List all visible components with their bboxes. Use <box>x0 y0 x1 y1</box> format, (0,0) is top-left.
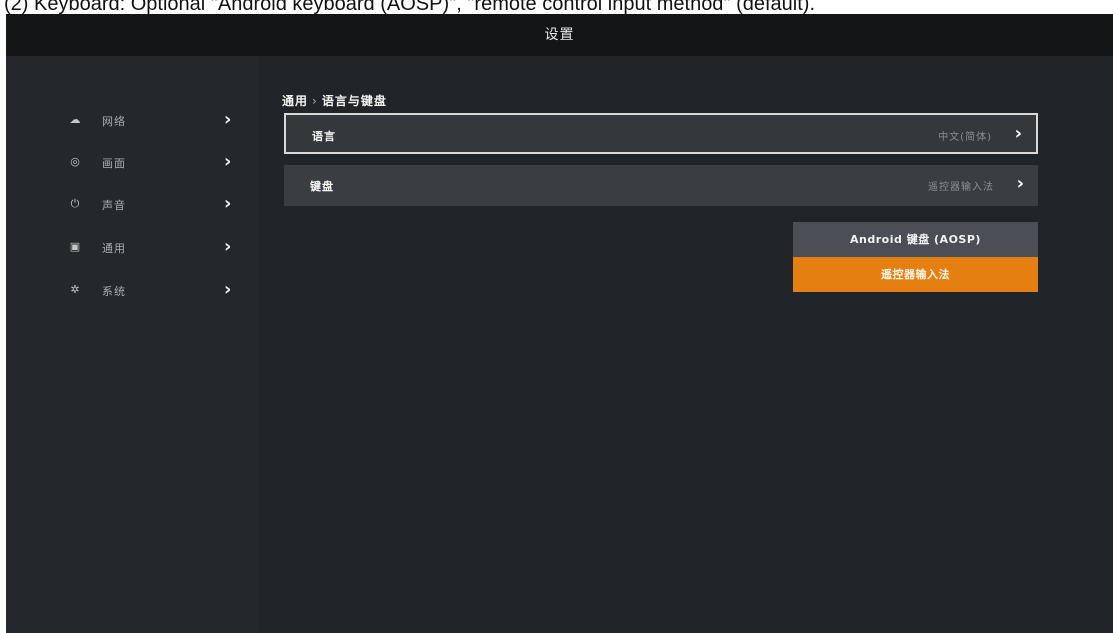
row-value: 遥控器输入法 <box>928 182 994 193</box>
sidebar-item-label: 声音 <box>102 199 126 212</box>
main-content: 通用 › 语言与键盘 语言 中文(简体) › 键盘 遥控器输入法 › Android… <box>258 56 1113 633</box>
sidebar-item-label: 网络 <box>102 115 126 128</box>
dropdown-option-remote-ime[interactable]: 遥控器输入法 <box>793 257 1038 292</box>
sidebar-item-sound[interactable]: ⏻ 声音 › <box>6 190 258 220</box>
breadcrumb-current: 语言与键盘 <box>321 94 387 108</box>
tv-settings-screen: 设置 ☁ 网络 › ◎ 画面 › ⏻ 声音 › ▣ 通用 › ✲ 系统 › 通用… <box>6 14 1113 633</box>
breadcrumb-separator: › <box>312 94 318 108</box>
sidebar-item-general[interactable]: ▣ 通用 › <box>6 233 258 263</box>
top-bar: 设置 <box>6 14 1113 56</box>
sidebar-item-label: 系统 <box>102 285 126 298</box>
sidebar-item-label: 画面 <box>102 157 126 170</box>
dropdown-option-aosp[interactable]: Android 键盘 (AOSP) <box>793 222 1038 257</box>
sidebar-item-system[interactable]: ✲ 系统 › <box>6 276 258 306</box>
sidebar-item-picture[interactable]: ◎ 画面 › <box>6 148 258 178</box>
row-label: 语言 <box>312 130 336 143</box>
row-value: 中文(简体) <box>938 132 992 143</box>
chevron-right-icon: › <box>224 151 232 172</box>
sidebar-item-label: 通用 <box>102 242 126 255</box>
chevron-right-icon: › <box>1014 123 1022 144</box>
chevron-right-icon: › <box>224 193 232 214</box>
gear-icon: ✲ <box>70 283 80 296</box>
display-icon: ◎ <box>70 155 80 168</box>
wifi-icon: ☁ <box>69 113 81 126</box>
language-row[interactable]: 语言 中文(简体) › <box>284 113 1038 154</box>
sidebar-item-network[interactable]: ☁ 网络 › <box>6 106 258 136</box>
keyboard-dropdown: Android 键盘 (AOSP) 遥控器输入法 <box>793 222 1038 292</box>
caption-text: (2) Keyboard: Optional "Android keyboard… <box>4 0 816 14</box>
power-icon: ⏻ <box>70 197 80 210</box>
chevron-right-icon: › <box>224 279 232 300</box>
calendar-icon: ▣ <box>69 240 81 253</box>
keyboard-row[interactable]: 键盘 遥控器输入法 › <box>284 165 1038 206</box>
sidebar: ☁ 网络 › ◎ 画面 › ⏻ 声音 › ▣ 通用 › ✲ 系统 › <box>6 56 258 633</box>
caption-bar: (2) Keyboard: Optional "Android keyboard… <box>0 0 1113 14</box>
chevron-right-icon: › <box>224 236 232 257</box>
breadcrumb: 通用 › 语言与键盘 <box>282 92 387 109</box>
row-label: 键盘 <box>310 180 334 193</box>
chevron-right-icon: › <box>1016 173 1024 194</box>
page-title: 设置 <box>544 27 575 43</box>
chevron-right-icon: › <box>224 109 232 130</box>
breadcrumb-parent[interactable]: 通用 <box>282 94 308 108</box>
